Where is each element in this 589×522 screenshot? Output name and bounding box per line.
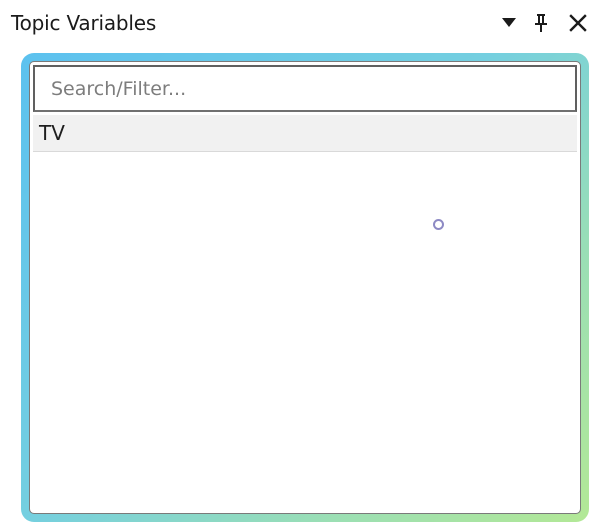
search-input[interactable] (35, 67, 575, 110)
close-icon (569, 14, 587, 32)
panel-menu-button[interactable] (498, 12, 520, 34)
list-item-label: TV (39, 121, 65, 145)
triangle-down-icon (502, 18, 516, 27)
pin-icon (535, 14, 547, 32)
list-item[interactable]: TV (33, 115, 577, 152)
search-box[interactable] (33, 65, 577, 112)
panel-title: Topic Variables (11, 11, 157, 35)
variables-container: TV (29, 61, 581, 514)
pin-button[interactable] (530, 12, 552, 34)
focus-glow-frame: TV (21, 53, 589, 522)
topic-variables-panel: Topic Variables Search/Filter... TV (0, 0, 589, 522)
variables-list[interactable]: TV (33, 115, 577, 510)
close-button[interactable] (567, 12, 589, 34)
mouse-cursor-ring (433, 219, 444, 230)
panel-titlebar: Topic Variables (0, 0, 589, 46)
